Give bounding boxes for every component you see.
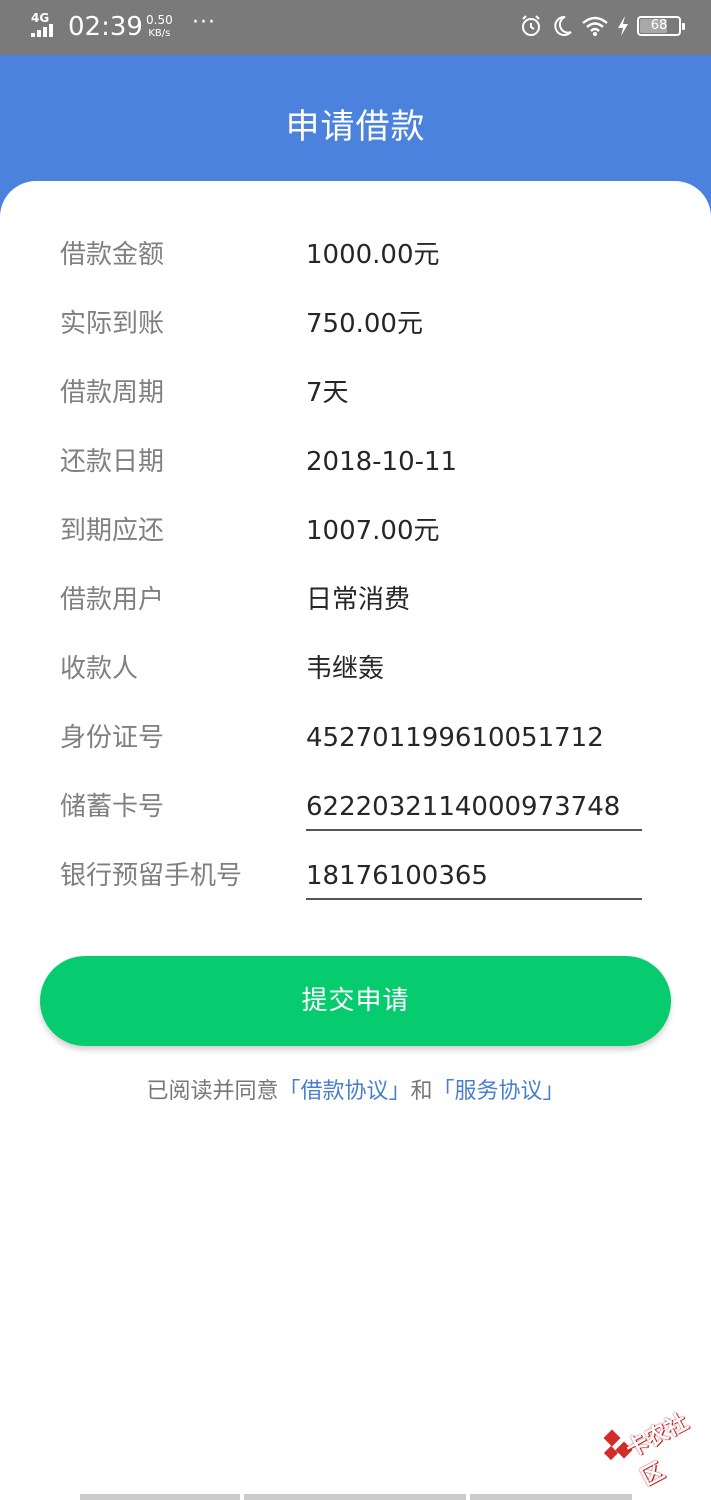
repayment-date-label: 还款日期	[60, 447, 165, 477]
loan-amount-label: 借款金额	[60, 240, 165, 270]
charging-icon	[618, 16, 628, 36]
payee-label: 收款人	[60, 654, 139, 684]
more-notifications-icon: ···	[192, 10, 216, 35]
submit-application-button[interactable]: 提交申请	[40, 956, 671, 1046]
loan-form-card: 借款金额 1000.00元 实际到账 750.00元 借款周期 7天 还款日期 …	[0, 181, 711, 1500]
id-number-value: 452701199610051712	[306, 723, 604, 753]
status-icons: 68	[519, 14, 685, 38]
loan-period-label: 借款周期	[60, 378, 165, 408]
nav-segment-right[interactable]	[470, 1494, 632, 1500]
debit-card-input[interactable]: 6222032114000973748	[306, 785, 642, 831]
payee-value: 韦继轰	[306, 654, 385, 684]
bank-phone-input[interactable]: 18176100365	[306, 854, 642, 900]
signal-icon	[31, 24, 53, 37]
nav-segment-left[interactable]	[80, 1494, 240, 1500]
amount-due-label: 到期应还	[60, 516, 165, 546]
id-number-label: 身份证号	[60, 723, 165, 753]
actual-received-label: 实际到账	[60, 309, 165, 339]
page-title: 申请借款	[285, 107, 426, 147]
loan-period-value: 7天	[306, 378, 349, 408]
moon-icon	[554, 15, 572, 36]
network-speed: 0.50 KB/s	[146, 14, 173, 40]
row-repayment-date: 还款日期 2018-10-11	[60, 440, 660, 484]
loan-purpose-value: 日常消费	[306, 585, 411, 615]
nav-segment-middle[interactable]	[244, 1494, 466, 1500]
loan-amount-value: 1000.00元	[306, 240, 440, 270]
row-loan-period: 借款周期 7天	[60, 371, 660, 415]
network-speed-value: 0.50	[146, 13, 173, 27]
agreement-text: 已阅读并同意「借款协议」和「服务协议」	[0, 1075, 711, 1109]
status-time: 02:39	[68, 12, 143, 42]
agreement-prefix: 已阅读并同意	[146, 1079, 279, 1104]
navigation-bar	[80, 1494, 632, 1500]
loan-agreement-link[interactable]: 「借款协议」	[278, 1079, 410, 1104]
row-actual-received: 实际到账 750.00元	[60, 302, 660, 346]
network-type: 4G	[31, 11, 50, 25]
loan-purpose-label: 借款用户	[60, 585, 165, 615]
row-amount-due: 到期应还 1007.00元	[60, 509, 660, 553]
agreement-conj: 和	[410, 1079, 433, 1104]
network-speed-unit: KB/s	[148, 28, 171, 39]
row-id-number: 身份证号 452701199610051712	[60, 716, 660, 760]
row-payee: 收款人 韦继轰	[60, 647, 660, 691]
service-agreement-link[interactable]: 「服务协议」	[433, 1079, 565, 1104]
status-bar: 4G 02:39 0.50 KB/s ··· 68	[0, 0, 711, 55]
watermark-logo: 卡农社区	[600, 1408, 705, 1491]
row-loan-amount: 借款金额 1000.00元	[60, 233, 660, 277]
battery-icon: 68	[637, 16, 685, 36]
wifi-icon	[582, 16, 608, 36]
row-loan-purpose: 借款用户 日常消费	[60, 578, 660, 622]
battery-level: 68	[650, 18, 668, 33]
debit-card-label: 储蓄卡号	[60, 792, 165, 822]
repayment-date-value: 2018-10-11	[306, 447, 458, 477]
alarm-icon	[522, 15, 540, 36]
row-bank-phone: 银行预留手机号 18176100365	[60, 854, 660, 900]
bank-phone-label: 银行预留手机号	[60, 861, 243, 891]
row-debit-card: 储蓄卡号 6222032114000973748	[60, 785, 660, 831]
amount-due-value: 1007.00元	[306, 516, 440, 546]
actual-received-value: 750.00元	[306, 309, 423, 339]
